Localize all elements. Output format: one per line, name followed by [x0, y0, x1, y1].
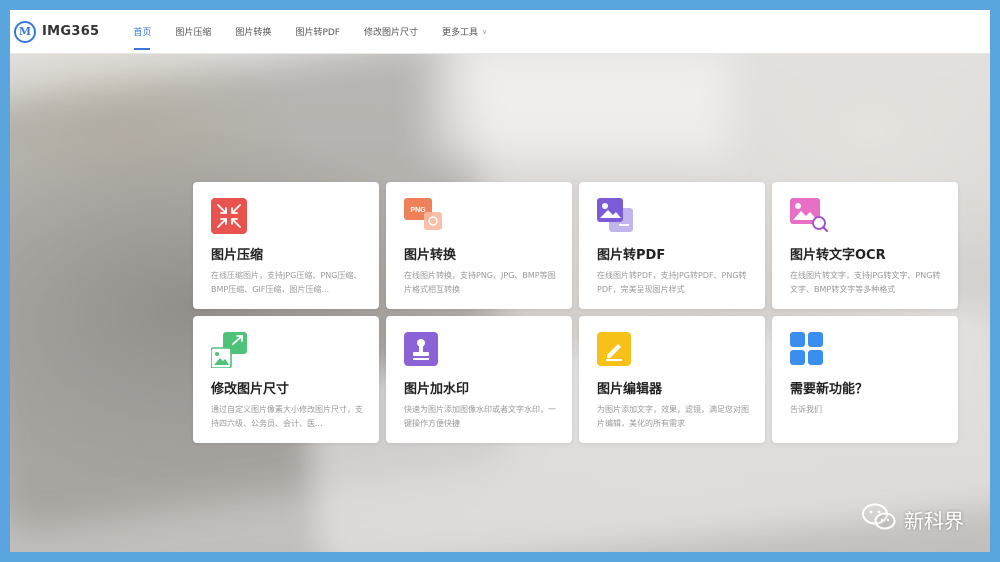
card-description: 通过自定义图片像素大小修改图片尺寸，支持四六级、公务员、会计、医... [211, 405, 363, 428]
card-add-watermark[interactable]: 图片加水印 快速为图片添加图像水印或者文字水印，一键操作方便快捷 [386, 316, 572, 443]
wechat-icon [862, 503, 896, 536]
nav-resize-image[interactable]: 修改图片尺寸 [352, 10, 430, 54]
png-label: PNG [410, 207, 426, 214]
card-description: 在线图片转换，支持PNG、JPG、BMP等图片格式相互转换 [404, 271, 556, 294]
main-nav: 首页 图片压缩 图片转换 图片转PDF 修改图片尺寸 更多工具 ∨ [121, 10, 499, 54]
nav-image-to-pdf[interactable]: 图片转PDF [283, 10, 352, 54]
card-title: 图片加水印 [404, 382, 470, 397]
card-resize-image[interactable]: 修改图片尺寸 通过自定义图片像素大小修改图片尺寸，支持四六级、公务员、会计、医.… [193, 316, 379, 443]
card-title: 图片转文字OCR [790, 248, 886, 263]
chevron-down-icon: ∨ [482, 27, 488, 36]
png-convert-icon: PNG [404, 198, 442, 234]
card-description: 在线图片转文字，支持JPG转文字、PNG转文字、BMP转文字等多种格式 [790, 271, 941, 294]
grid-icon [790, 332, 826, 368]
top-nav-bar: M IMG365 首页 图片压缩 图片转换 图片转PDF 修改图片尺寸 更多工具… [10, 10, 990, 54]
card-image-to-pdf[interactable]: 图片转PDF 在线图片转PDF，支持JPG转PDF、PNG转PDF，完美呈现图片… [579, 182, 765, 309]
card-request-feature[interactable]: 需要新功能？ 告诉我们 [772, 316, 958, 443]
card-title: 图片转换 [404, 248, 457, 263]
watermark-text: 新科界 [904, 509, 964, 533]
card-description: 在线压缩图片，支持JPG压缩、PNG压缩、BMP压缩、GIF压缩，图片压缩... [211, 271, 362, 294]
ocr-icon [790, 198, 828, 234]
card-image-convert[interactable]: PNG 图片转换 在线图片转换，支持PNG、JPG、BMP等图片格式相互转换 [386, 182, 572, 309]
logo[interactable]: M IMG365 [14, 20, 100, 43]
logo-text: IMG365 [42, 24, 100, 39]
nav-more-tools-label: 更多工具 [442, 28, 479, 38]
card-description[interactable]: 告诉我们 [790, 403, 942, 417]
nav-home[interactable]: 首页 [121, 10, 163, 54]
tool-cards-grid: 图片压缩 在线压缩图片，支持JPG压缩、PNG压缩、BMP压缩、GIF压缩，图片… [193, 182, 958, 443]
card-image-editor[interactable]: 图片编辑器 为图片添加文字，效果，滤镜，满足您对图片编辑，美化的所有需求 [579, 316, 765, 443]
card-description: 在线图片转PDF，支持JPG转PDF、PNG转PDF，完美呈现图片样式 [597, 271, 747, 294]
app-window: M IMG365 首页 图片压缩 图片转换 图片转PDF 修改图片尺寸 更多工具… [10, 10, 990, 552]
card-title: 修改图片尺寸 [211, 382, 290, 397]
card-image-compress[interactable]: 图片压缩 在线压缩图片，支持JPG压缩、PNG压缩、BMP压缩、GIF压缩，图片… [193, 182, 379, 309]
image-pdf-icon [597, 198, 633, 234]
card-title: 需要新功能？ [790, 382, 869, 397]
compress-icon [211, 198, 247, 234]
card-description: 快速为图片添加图像水印或者文字水印，一键操作方便快捷 [404, 405, 556, 428]
edit-icon [597, 332, 633, 368]
card-title: 图片编辑器 [597, 382, 663, 397]
card-title: 图片转PDF [597, 248, 666, 263]
nav-more-tools[interactable]: 更多工具 ∨ [430, 10, 499, 54]
resize-icon [210, 332, 247, 369]
card-description: 为图片添加文字，效果，滤镜，满足您对图片编辑，美化的所有需求 [597, 405, 749, 428]
nav-image-compress[interactable]: 图片压缩 [163, 10, 223, 54]
card-title: 图片压缩 [211, 248, 264, 263]
watermark: 新科界 [862, 503, 964, 536]
nav-image-convert[interactable]: 图片转换 [223, 10, 283, 54]
stamp-icon [404, 332, 440, 368]
logo-icon: M [14, 20, 36, 43]
card-image-to-text-ocr[interactable]: 图片转文字OCR 在线图片转文字，支持JPG转文字、PNG转文字、BMP转文字等… [772, 182, 958, 309]
